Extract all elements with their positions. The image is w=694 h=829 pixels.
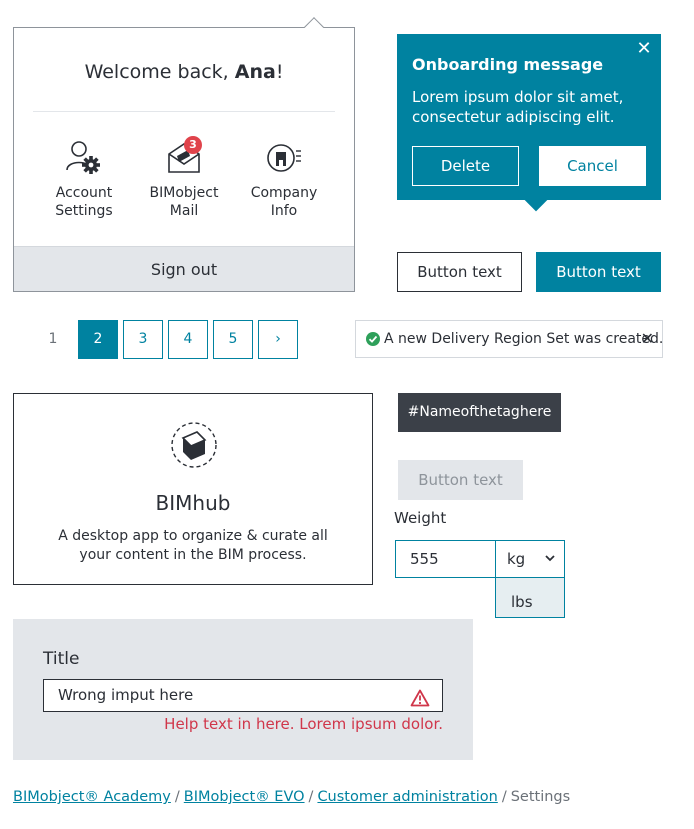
breadcrumb-separator: /	[308, 789, 314, 805]
divider	[33, 111, 335, 112]
form-panel: Title Wrong imput here Help text in here…	[13, 619, 473, 760]
page-2[interactable]: 2	[78, 320, 118, 359]
toast-message: A new Delivery Region Set was created.	[384, 331, 664, 347]
popover-tail	[524, 188, 548, 212]
company-info-icon	[264, 138, 304, 178]
welcome-title: Welcome back, Ana!	[14, 61, 354, 83]
bimhub-card[interactable]: BIMhub A desktop app to organize & curat…	[13, 393, 373, 585]
check-circle-icon	[366, 332, 380, 346]
breadcrumb: BIMobject® Academy / BIMobject® EVO / Custom…	[13, 789, 570, 805]
onboarding-title: Onboarding message	[412, 55, 604, 74]
close-icon[interactable]: ✕	[641, 321, 654, 357]
error-input-value: Wrong imput here	[58, 686, 194, 704]
delete-button[interactable]: Delete	[412, 146, 519, 186]
breadcrumb-link-academy[interactable]: BIMobject® Academy	[13, 789, 171, 805]
breadcrumb-separator: /	[174, 789, 180, 805]
account-settings-item[interactable]: Account Settings	[34, 138, 134, 220]
weight-input[interactable]: 555	[395, 540, 496, 578]
account-settings-label-1: Account	[55, 185, 113, 201]
breadcrumb-current: Settings	[510, 789, 571, 805]
account-settings-icon	[64, 138, 104, 178]
cube-icon	[169, 420, 219, 470]
tag-chip[interactable]: #Nameofthetaghere	[398, 393, 561, 432]
welcome-exclamation: !	[275, 61, 284, 83]
unit-select[interactable]: kg	[495, 540, 565, 578]
page-4[interactable]: 4	[168, 320, 208, 359]
unit-option-lbs[interactable]: lbs	[495, 578, 565, 618]
mail-badge: 3	[184, 136, 202, 154]
error-input[interactable]: Wrong imput here	[43, 679, 443, 712]
error-help-text: Help text in here. Lorem ipsum dolor.	[164, 715, 443, 733]
primary-button[interactable]: Button text	[536, 252, 661, 292]
account-settings-label-2: Settings	[55, 203, 113, 219]
close-icon[interactable]: ✕	[636, 40, 652, 58]
field-title: Title	[43, 649, 80, 669]
mail-label-1: BIMobject	[149, 185, 219, 201]
company-info-item[interactable]: Company Info	[234, 138, 334, 220]
sign-out-button[interactable]: Sign out	[14, 246, 354, 291]
welcome-dropdown: Welcome back, Ana! Account Settings 3 BI…	[13, 17, 355, 292]
company-info-label-2: Info	[270, 203, 298, 219]
breadcrumb-link-evo[interactable]: BIMobject® EVO	[184, 789, 305, 805]
breadcrumb-link-customer-admin[interactable]: Customer administration	[317, 789, 497, 805]
onboarding-popover: ✕ Onboarding message Lorem ipsum dolor s…	[397, 34, 661, 212]
cancel-button[interactable]: Cancel	[539, 146, 646, 186]
onboarding-body: Lorem ipsum dolor sit amet, consectetur …	[412, 88, 624, 126]
bimobject-mail-item[interactable]: 3 BIMobject Mail	[134, 136, 234, 220]
mail-icon: 3	[164, 136, 204, 178]
warning-icon	[410, 687, 430, 707]
dropdown-caret	[304, 17, 324, 37]
company-info-label-1: Company	[250, 185, 318, 201]
page-1[interactable]: 1	[33, 320, 73, 359]
welcome-greeting: Welcome back,	[84, 61, 235, 83]
bimhub-title: BIMhub	[155, 491, 231, 515]
weight-label: Weight	[394, 509, 447, 527]
secondary-button[interactable]: Button text	[397, 252, 522, 292]
page-5[interactable]: 5	[213, 320, 253, 359]
breadcrumb-separator: /	[501, 789, 507, 805]
welcome-user-name: Ana	[234, 61, 276, 83]
unit-selected: kg	[507, 550, 526, 568]
page-3[interactable]: 3	[123, 320, 163, 359]
success-toast: A new Delivery Region Set was created. ✕	[355, 320, 663, 358]
next-page-button[interactable]: ›	[258, 320, 298, 359]
mail-label-2: Mail	[169, 203, 199, 219]
disabled-button: Button text	[398, 460, 523, 500]
bimhub-description: A desktop app to organize & curate all y…	[58, 528, 328, 563]
